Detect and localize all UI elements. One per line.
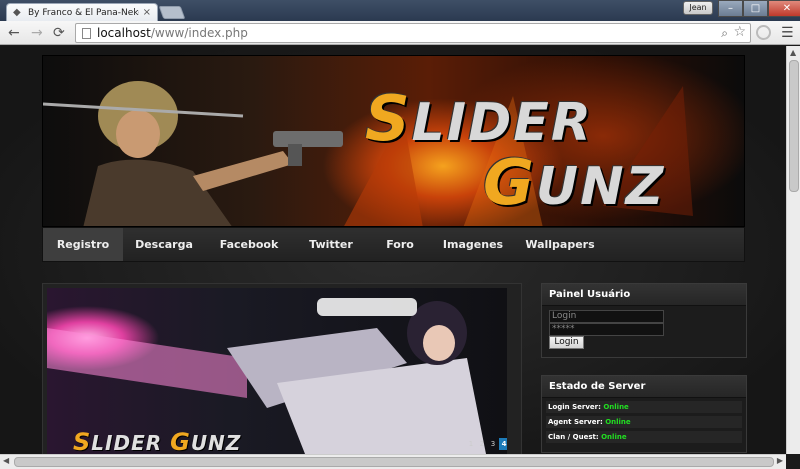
user-panel: Painel Usuário Login ***** Login	[541, 283, 747, 358]
status-row: Login Server: Online	[546, 401, 742, 413]
star-icon[interactable]: ☆	[733, 24, 746, 40]
banner-logo-slider: SLIDER	[365, 82, 593, 155]
server-status-title: Estado de Server	[542, 376, 746, 398]
logo-word: LIDER	[411, 93, 593, 153]
banner-logo-gunz: GUNZ	[483, 146, 665, 219]
pistol-shape	[273, 131, 343, 147]
slide-logo-word: LIDER	[91, 431, 171, 454]
pager-3[interactable]: 3	[488, 438, 498, 450]
user-panel-title: Painel Usuário	[542, 284, 746, 306]
status-label: Login Server:	[548, 403, 601, 411]
scroll-arrow-icon[interactable]: ◀	[3, 456, 9, 465]
nav-item-twitter[interactable]: Twitter	[293, 228, 369, 261]
site-nav: Registro Descarga Facebook Twitter Foro …	[42, 227, 745, 262]
energy-beam-shape	[47, 328, 247, 398]
url-text: localhost/www/index.php	[97, 26, 248, 40]
pager-4[interactable]: 4	[499, 438, 507, 450]
nav-item-imagenes[interactable]: Imagenes	[431, 228, 515, 261]
vertical-scroll-thumb[interactable]	[789, 60, 799, 192]
profile-button[interactable]: Jean	[683, 1, 713, 15]
character-arm-shape	[193, 151, 293, 191]
login-input[interactable]: Login	[549, 310, 664, 323]
character-face-shape	[423, 325, 455, 361]
nav-item-facebook[interactable]: Facebook	[205, 228, 293, 261]
nav-item-wallpapers[interactable]: Wallpapers	[515, 228, 605, 261]
scroll-arrow-icon[interactable]: ▲	[790, 48, 796, 57]
site-favicon-icon: ◆	[13, 6, 21, 18]
status-row: Agent Server: Online	[546, 416, 742, 428]
slider-panel: SLIDER GUNZ 1 2 3 4	[42, 283, 522, 454]
maximize-button[interactable]: □	[743, 0, 768, 17]
status-label: Agent Server:	[548, 418, 603, 426]
slide-pager: 1 2 3 4	[465, 438, 507, 450]
browser-toolbar: ← → ⟳ localhost/www/index.php ⌕ ☆ ☰	[0, 21, 800, 45]
status-value: Online	[601, 433, 627, 441]
reload-icon[interactable]: ⟳	[53, 25, 65, 41]
nav-item-foro[interactable]: Foro	[369, 228, 431, 261]
page-viewport: SLIDER GUNZ Registro Descarga Facebook T…	[0, 46, 786, 454]
status-value: Online	[605, 418, 631, 426]
hand-shape	[317, 298, 417, 316]
zoom-icon[interactable]: ⌕	[721, 26, 728, 41]
browser-tab[interactable]: ◆ By Franco & El Pana-Neko ×	[6, 3, 158, 21]
window-controls: – □ ✕	[718, 0, 800, 17]
url-host: localhost	[97, 26, 151, 40]
character-body-shape	[83, 159, 232, 226]
status-value: Online	[603, 403, 629, 411]
server-status-panel: Estado de Server Login Server: Online Ag…	[541, 375, 747, 453]
status-row: Clan / Quest: Online	[546, 431, 742, 443]
character-face-shape	[116, 110, 160, 158]
tab-close-icon[interactable]: ×	[143, 7, 151, 18]
page-icon	[82, 27, 91, 39]
slide-logo-word: UNZ	[190, 431, 242, 454]
pistol-grip-shape	[288, 144, 302, 166]
new-tab-button[interactable]	[158, 6, 186, 19]
extension-icon[interactable]	[756, 25, 771, 40]
close-window-button[interactable]: ✕	[768, 0, 800, 17]
nav-item-descarga[interactable]: Descarga	[123, 228, 205, 261]
tab-title: By Franco & El Pana-Neko	[28, 7, 139, 18]
vertical-scrollbar[interactable]: ▲	[786, 46, 800, 454]
horizontal-scroll-thumb[interactable]	[14, 457, 774, 467]
slide-logo: SLIDER GUNZ	[73, 428, 241, 454]
status-label: Clan / Quest:	[548, 433, 599, 441]
slide-logo-initial: S	[73, 428, 92, 454]
slide-image[interactable]: SLIDER GUNZ 1 2 3 4	[47, 288, 507, 454]
scroll-arrow-icon[interactable]: ▶	[777, 456, 783, 465]
back-arrow-icon[interactable]: ←	[8, 25, 20, 41]
menu-icon[interactable]: ☰	[781, 25, 794, 41]
horizontal-scrollbar[interactable]: ◀ ▶	[0, 454, 786, 469]
logo-word: UNZ	[535, 157, 666, 217]
minimize-button[interactable]: –	[718, 0, 743, 17]
site-banner: SLIDER GUNZ	[42, 55, 745, 227]
address-bar[interactable]: localhost/www/index.php ⌕ ☆	[75, 23, 751, 43]
url-path: /www/index.php	[150, 26, 248, 40]
login-button[interactable]: Login	[549, 336, 584, 349]
slide-logo-initial: G	[170, 428, 191, 454]
browser-titlebar: ◆ By Franco & El Pana-Neko × Jean – □ ✕	[0, 0, 800, 21]
nav-item-registro[interactable]: Registro	[43, 228, 123, 261]
password-input[interactable]: *****	[549, 323, 664, 336]
pager-2[interactable]: 2	[477, 438, 487, 450]
forward-arrow-icon[interactable]: →	[31, 25, 43, 41]
logo-initial: G	[483, 146, 536, 219]
logo-initial: S	[365, 82, 412, 155]
pager-1[interactable]: 1	[466, 438, 476, 450]
